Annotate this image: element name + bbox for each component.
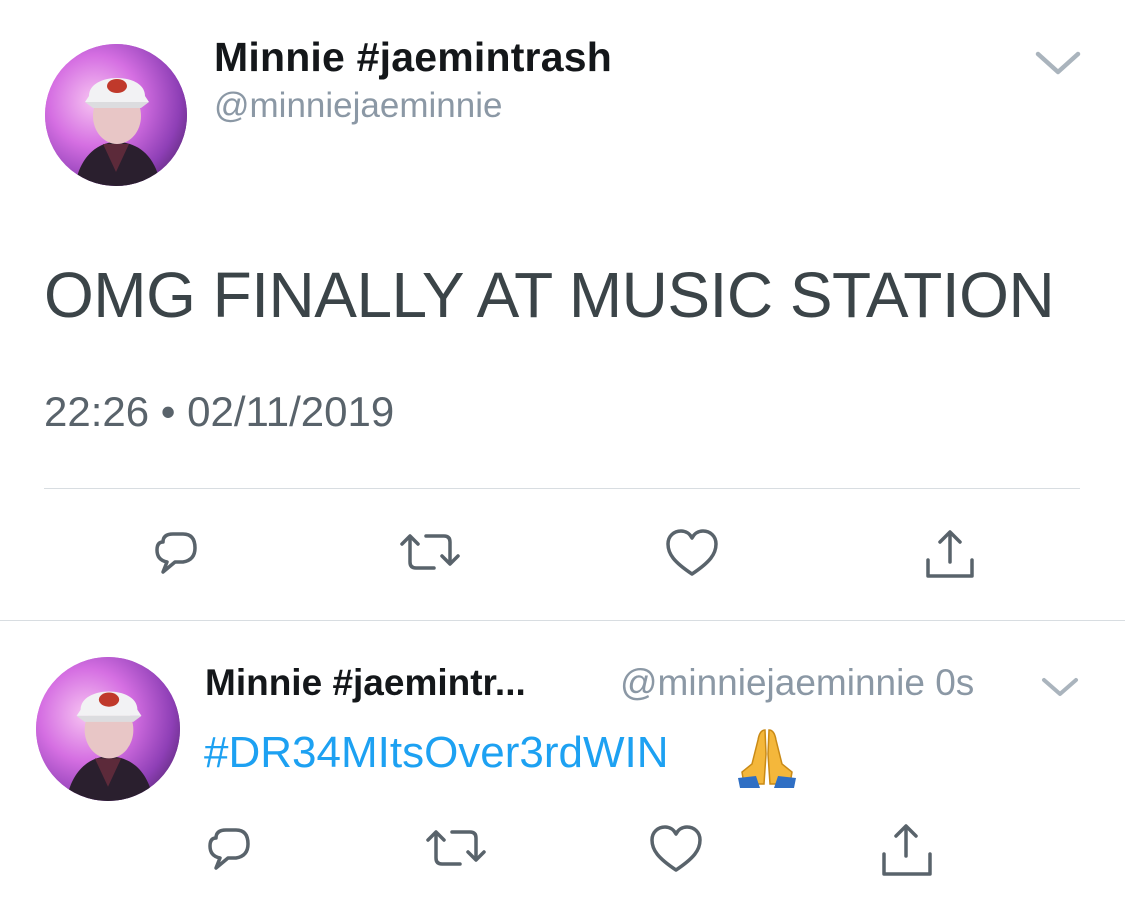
display-name[interactable]: Minnie #jaemintr...: [205, 662, 526, 704]
timestamp[interactable]: 22:26 • 02/11/2019: [44, 388, 394, 436]
divider: [0, 620, 1125, 621]
tweet-text: OMG FINALLY AT MUSIC STATION: [44, 259, 1055, 331]
chevron-down-icon[interactable]: [1040, 672, 1080, 700]
reply-icon[interactable]: [198, 818, 262, 882]
folded-hands-emoji: [734, 724, 800, 790]
display-name[interactable]: Minnie #jaemintrash: [214, 34, 612, 81]
share-icon[interactable]: [918, 522, 982, 586]
avatar[interactable]: [45, 44, 187, 186]
profile-photo: [45, 44, 187, 186]
share-icon[interactable]: [874, 816, 938, 880]
profile-photo: [36, 657, 180, 801]
retweet-icon[interactable]: [398, 522, 462, 586]
like-icon[interactable]: [644, 818, 708, 882]
divider: [44, 488, 1080, 489]
handle[interactable]: @minniejaeminnie: [214, 86, 502, 126]
retweet-icon[interactable]: [424, 818, 488, 882]
reply-icon[interactable]: [145, 522, 209, 586]
avatar[interactable]: [36, 657, 180, 801]
handle-and-time[interactable]: @minniejaeminnie 0s: [620, 662, 974, 704]
hashtag-link[interactable]: #DR34MItsOver3rdWIN: [204, 728, 669, 778]
like-icon[interactable]: [660, 522, 724, 586]
chevron-down-icon[interactable]: [1032, 44, 1084, 80]
